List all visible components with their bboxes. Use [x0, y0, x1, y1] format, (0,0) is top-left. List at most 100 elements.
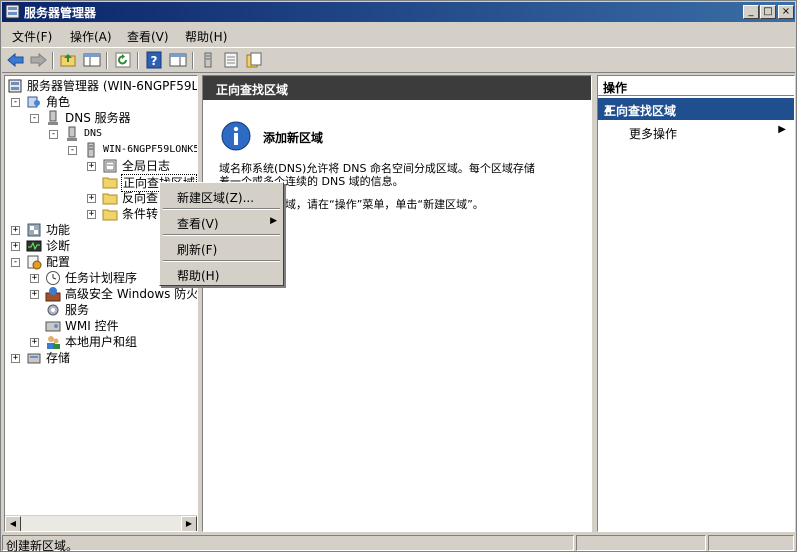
expand-icon[interactable]: +: [11, 226, 20, 235]
description-line-1: 域名称系统(DNS)允许将 DNS 命名空间分成区域。每个区域存储: [219, 162, 535, 175]
tree-item-local-users[interactable]: + 本地用户和组: [5, 334, 197, 350]
horizontal-scrollbar[interactable]: ◀ ▶: [5, 515, 197, 531]
tree-label-local-users: 本地用户和组: [65, 335, 138, 349]
tree-label-global-logs: 全局日志: [122, 159, 171, 173]
context-view-label: 查看(V): [177, 217, 219, 231]
dns-server-icon: [48, 110, 58, 125]
tree-item-dns[interactable]: - DNS: [5, 126, 197, 142]
server-icon[interactable]: [198, 51, 218, 69]
expand-icon[interactable]: +: [11, 242, 20, 251]
expand-icon[interactable]: +: [30, 290, 39, 299]
menu-file[interactable]: 文件(F): [8, 27, 56, 46]
tree-label-configuration: 配置: [46, 255, 71, 269]
toolbar-separator: [137, 52, 139, 69]
tree-item-host[interactable]: - WIN-6NGPF59LONK5: [5, 142, 197, 158]
collapse-up-icon[interactable]: ▲: [604, 103, 786, 114]
context-refresh[interactable]: 刷新(F): [163, 237, 280, 259]
dns-icon: [67, 126, 77, 141]
diagnostics-icon: [26, 240, 42, 252]
expand-icon[interactable]: +: [11, 354, 20, 363]
expand-icon[interactable]: +: [30, 274, 39, 283]
expand-icon[interactable]: +: [87, 210, 96, 219]
tree-label-wmi: WMI 控件: [65, 319, 119, 333]
menu-help[interactable]: 帮助(H): [181, 27, 231, 46]
actions-pane: 操作 正向查找区域 ▲ 更多操作 ▶: [597, 75, 795, 532]
tree-label-firewall: 高级安全 Windows 防火墙: [65, 287, 198, 301]
maximize-button[interactable]: □: [760, 5, 776, 19]
tree-item-wmi[interactable]: WMI 控件: [5, 318, 197, 334]
document-icon[interactable]: [221, 51, 241, 69]
storage-icon: [27, 353, 41, 364]
export-icon[interactable]: [244, 51, 264, 69]
window-title: 服务器管理器: [24, 6, 97, 20]
show-hide-tree-icon[interactable]: [82, 51, 102, 69]
svg-text:?: ?: [151, 54, 158, 68]
collapse-icon[interactable]: -: [11, 98, 20, 107]
tree-item-services[interactable]: 服务: [5, 302, 197, 318]
collapse-icon[interactable]: -: [68, 146, 77, 155]
actions-section-forward-zones[interactable]: 正向查找区域 ▲: [598, 98, 794, 120]
context-view[interactable]: 查看(V) ▶: [163, 211, 280, 233]
properties-icon[interactable]: [168, 51, 188, 69]
forward-arrow-icon[interactable]: [28, 51, 48, 69]
up-folder-icon[interactable]: [58, 51, 78, 69]
roles-icon: [27, 96, 40, 108]
console-tree[interactable]: 服务器管理器 (WIN-6NGPF59LONK - 角色 - DNS 服务器 -…: [4, 75, 198, 532]
tree-label-roles: 角色: [46, 95, 71, 109]
expand-icon[interactable]: +: [87, 162, 96, 171]
scroll-right-icon[interactable]: ▶: [181, 516, 197, 531]
toolbar-separator: [192, 52, 194, 69]
tree-label-root: 服务器管理器 (WIN-6NGPF59LONK: [27, 79, 198, 93]
clock-icon: [46, 271, 60, 285]
tree-label-conditional: 条件转: [122, 207, 159, 221]
context-new-zone[interactable]: 新建区域(Z)...: [163, 185, 280, 207]
status-text: 创建新区域。: [6, 539, 79, 552]
help-icon[interactable]: ?: [144, 51, 164, 69]
more-actions-item[interactable]: 更多操作 ▶: [598, 123, 794, 141]
expand-icon[interactable]: +: [30, 338, 39, 347]
toolbar-separator: [106, 52, 108, 69]
menu-view[interactable]: 查看(V): [123, 27, 173, 46]
collapse-icon[interactable]: -: [11, 258, 20, 267]
tree-label-features: 功能: [46, 223, 71, 237]
wmi-icon: [45, 321, 61, 332]
tree-item-roles[interactable]: - 角色: [5, 94, 197, 110]
scroll-left-icon[interactable]: ◀: [5, 516, 21, 531]
collapse-icon[interactable]: -: [49, 130, 58, 139]
context-separator: [163, 260, 280, 262]
toolbar: ?: [2, 47, 795, 73]
more-actions-label: 更多操作: [629, 127, 678, 141]
actions-header: 操作: [598, 76, 794, 96]
folder-icon: [102, 193, 118, 205]
tree-label-storage: 存储: [46, 351, 71, 365]
tree-item-firewall[interactable]: + 高级安全 Windows 防火墙: [5, 286, 197, 302]
tree-label-task-scheduler: 任务计划程序: [65, 271, 138, 285]
context-refresh-label: 刷新(F): [177, 243, 218, 257]
configuration-icon: [27, 255, 42, 270]
collapse-icon[interactable]: -: [30, 114, 39, 123]
refresh-icon[interactable]: [113, 51, 133, 69]
minimize-button[interactable]: _: [743, 5, 759, 19]
tree-label-dns-server: DNS 服务器: [65, 111, 131, 125]
close-button[interactable]: ×: [778, 5, 794, 19]
menu-action[interactable]: 操作(A): [66, 27, 116, 46]
tree-label-diagnostics: 诊断: [46, 239, 71, 253]
features-icon: [27, 223, 41, 237]
title-bar[interactable]: 服务器管理器 _ □ ×: [2, 2, 795, 22]
context-help[interactable]: 帮助(H): [163, 263, 280, 285]
tree-label-host: WIN-6NGPF59LONK5: [103, 144, 198, 155]
server-manager-icon: [8, 79, 22, 93]
tree-item-root[interactable]: 服务器管理器 (WIN-6NGPF59LONK: [5, 78, 197, 94]
result-pane-title: 正向查找区域: [216, 83, 289, 97]
result-pane-header: 正向查找区域: [203, 76, 591, 100]
back-arrow-icon[interactable]: [6, 51, 26, 69]
toolbar-separator: [52, 52, 54, 69]
menu-bar: 文件(F) 操作(A) 查看(V) 帮助(H): [2, 24, 795, 46]
status-bar: 创建新区域。: [2, 534, 795, 552]
tree-label-services: 服务: [65, 303, 90, 317]
server-manager-window: 服务器管理器 _ □ × 文件(F) 操作(A) 查看(V) 帮助(H) ? 服…: [0, 0, 797, 552]
tree-item-storage[interactable]: + 存储: [5, 350, 197, 366]
tree-item-dns-server[interactable]: - DNS 服务器: [5, 110, 197, 126]
tree-item-global-logs[interactable]: + 全局日志: [5, 158, 197, 174]
expand-icon[interactable]: +: [87, 194, 96, 203]
